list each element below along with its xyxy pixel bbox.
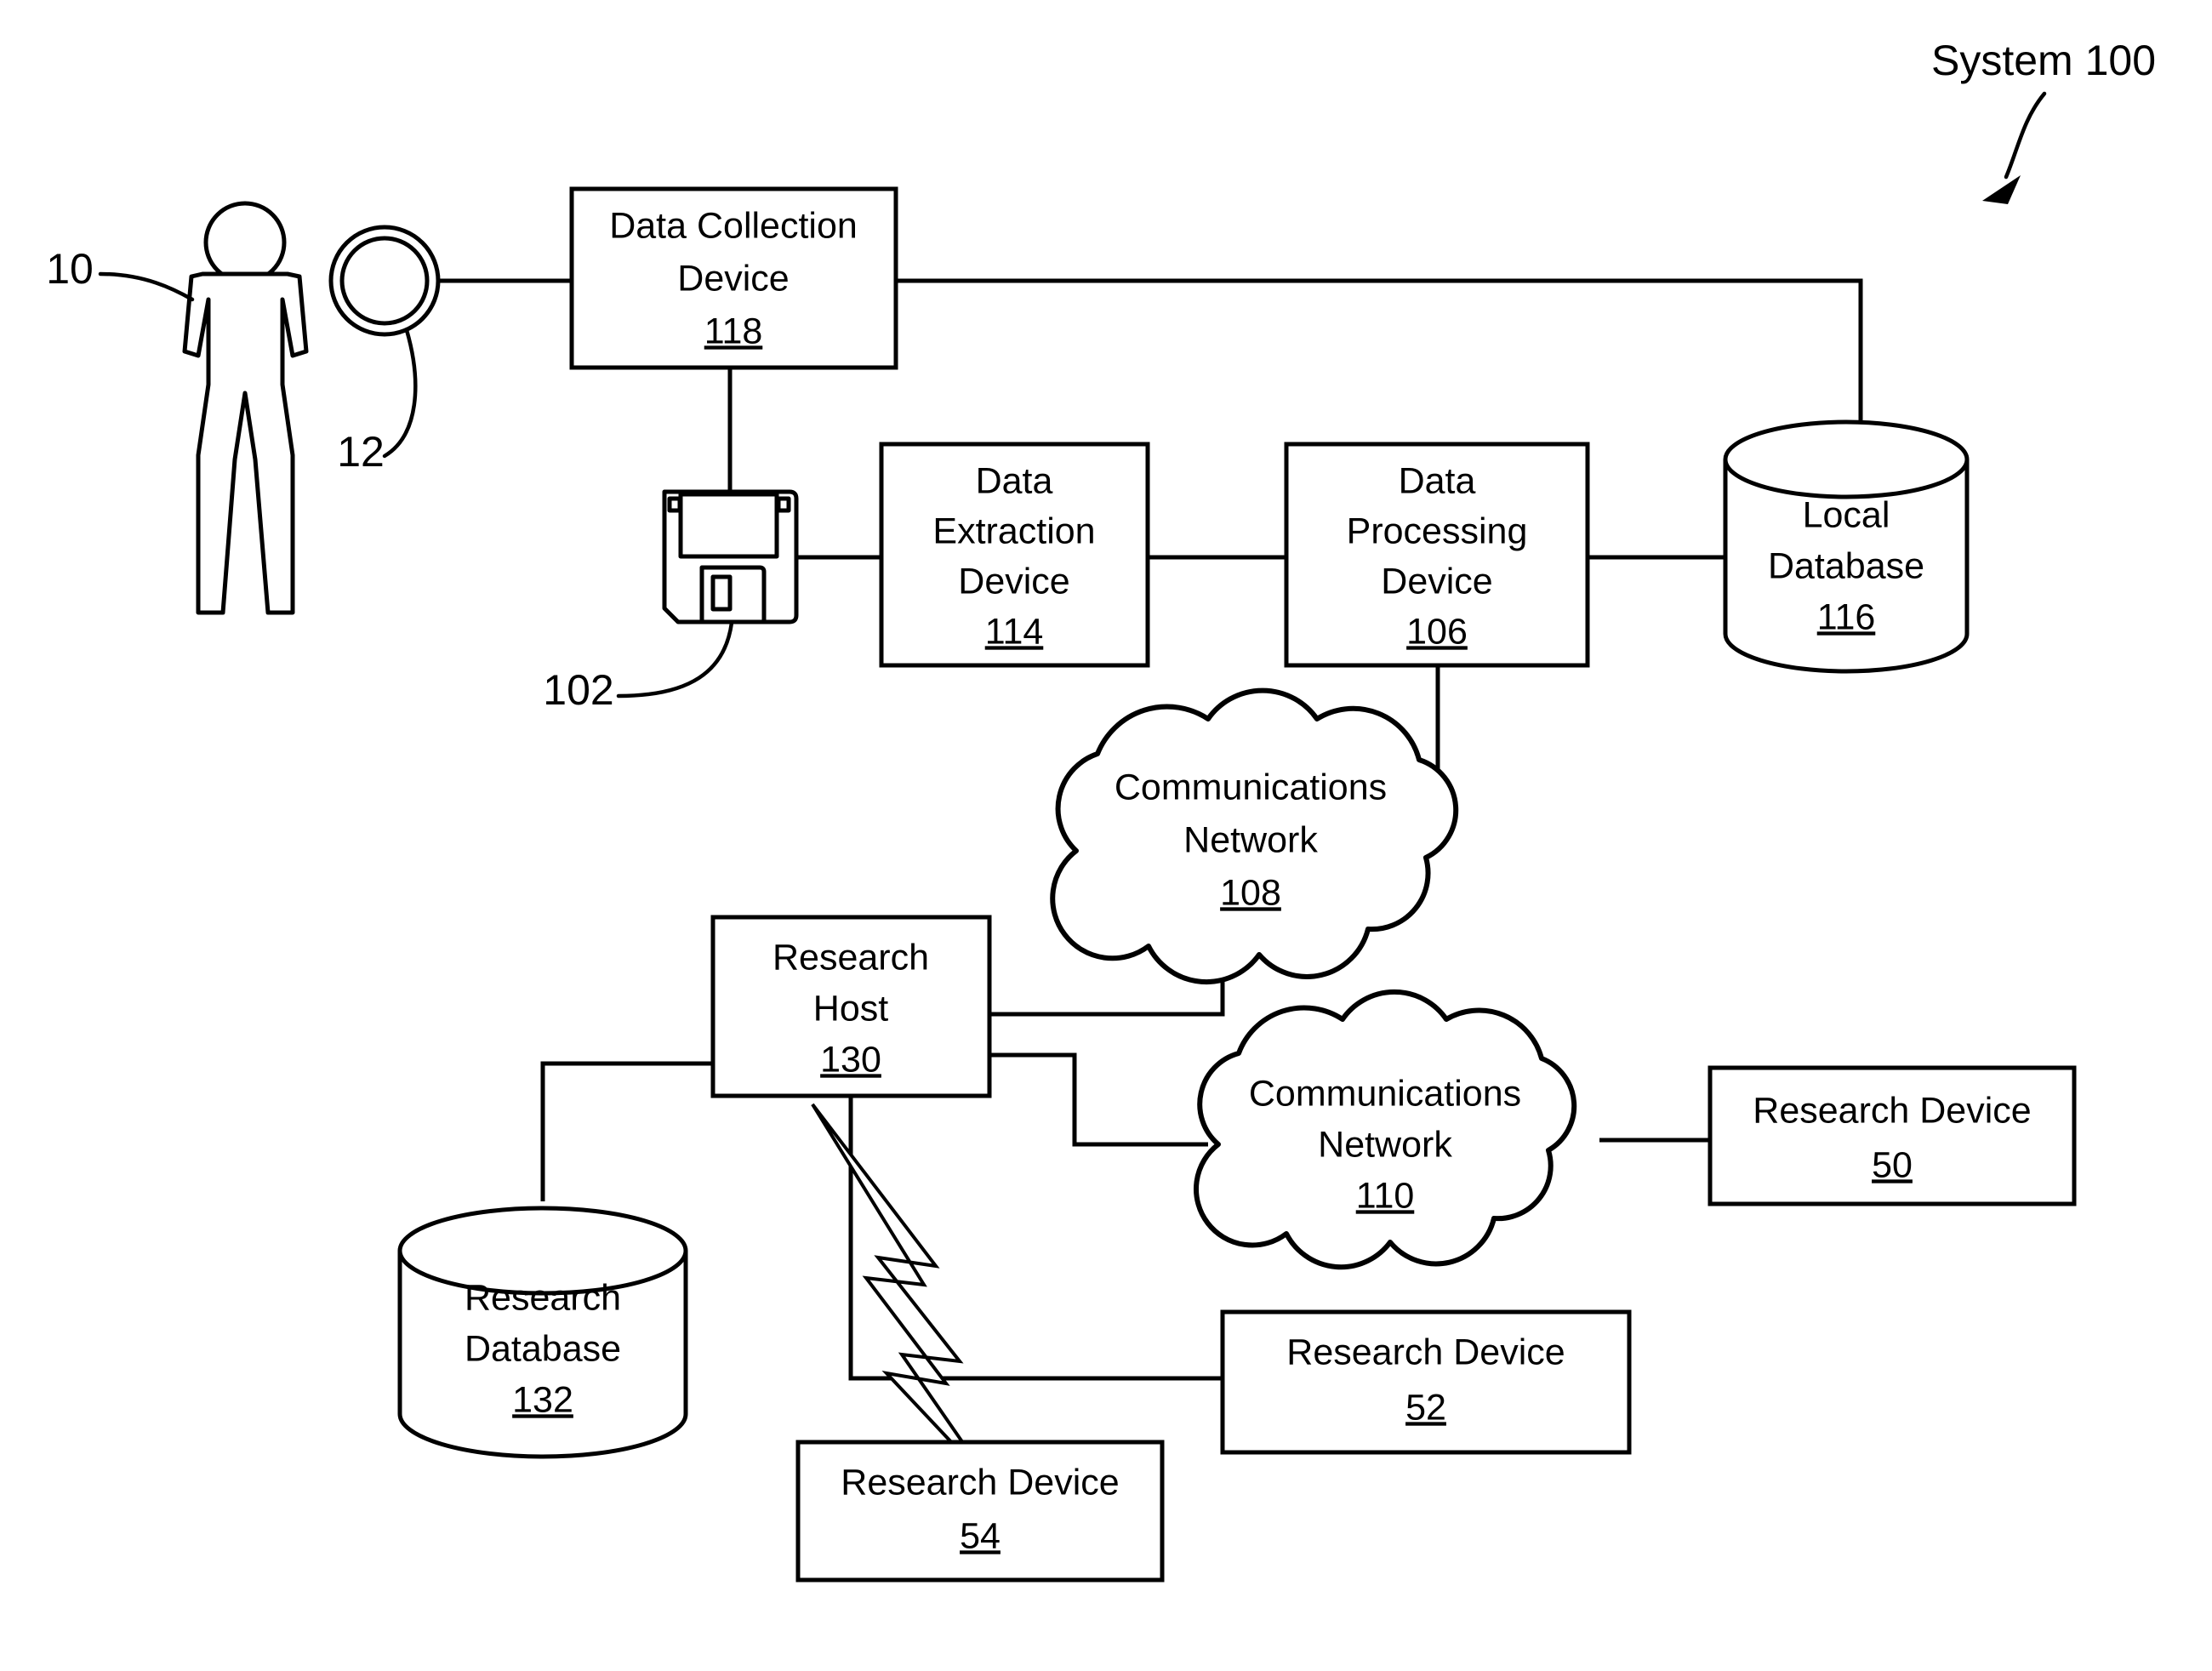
curved-arrow-head-icon: [1982, 175, 2021, 204]
storage-media-leader-line: [616, 620, 734, 699]
research-device-50-line1: Research Device: [1753, 1090, 2031, 1131]
research-database-ref: 132: [512, 1379, 573, 1420]
node-research-device-54[interactable]: Research Device 54: [795, 1440, 1165, 1583]
node-research-device-50[interactable]: Research Device 50: [1707, 1065, 2077, 1206]
research-device-54-line1: Research Device: [841, 1462, 1119, 1503]
data-collection-device-line1: Data Collection: [609, 205, 858, 246]
node-local-database[interactable]: Local Database 116: [1723, 419, 1970, 674]
communications-network-110-line2: Network: [1318, 1124, 1452, 1165]
data-processing-device-ref: 106: [1406, 611, 1468, 652]
research-database-line2: Database: [465, 1328, 621, 1369]
floppy-disk-label-area-icon: [678, 492, 779, 559]
figure-canvas: 10 12 Data Collection Device 118 102 Dat…: [46, 37, 2156, 1583]
sensor-leader-line: [382, 328, 418, 459]
system-title-group: System 100: [1931, 37, 2156, 204]
research-device-54-ref: 54: [960, 1515, 1001, 1556]
node-data-extraction-device[interactable]: Data Extraction Device 114: [879, 442, 1150, 668]
person-head-icon: [203, 201, 287, 284]
local-database-ref: 116: [1817, 596, 1876, 637]
communications-network-108-line2: Network: [1183, 819, 1318, 860]
research-device-50-ref: 50: [1872, 1144, 1913, 1185]
system-title-label: System 100: [1931, 37, 2156, 84]
edge-host-to-network-110: [989, 1052, 1208, 1147]
research-device-52-line1: Research Device: [1286, 1332, 1565, 1372]
floppy-disk-notch-right-icon: [776, 496, 791, 513]
node-data-collection-device[interactable]: Data Collection Device 118: [569, 186, 898, 370]
floppy-disk-notch-left-icon: [667, 496, 682, 513]
storage-media-group[interactable]: 102: [543, 489, 799, 714]
data-collection-device-line2: Device: [677, 258, 789, 299]
edge-host-to-research-db: [540, 1061, 713, 1201]
data-processing-device-line3: Device: [1381, 561, 1492, 602]
ring-sensor-outer-icon: [328, 225, 441, 337]
system-diagram: 10 12 Data Collection Device 118 102 Dat…: [0, 0, 2212, 1671]
data-collection-device-ref: 118: [704, 311, 763, 351]
communications-network-108-line1: Communications: [1115, 767, 1387, 807]
subject-callout-label: 10: [46, 245, 94, 293]
floppy-disk-shutter-slot-icon: [710, 574, 733, 612]
research-host-ref: 130: [820, 1039, 881, 1080]
sensor-callout-label: 12: [337, 428, 385, 476]
communications-network-108-ref: 108: [1220, 872, 1281, 913]
subject-leader-line: [98, 271, 195, 302]
local-database-line1: Local: [1803, 494, 1890, 535]
sensor-group: 12: [328, 225, 441, 476]
lightning-bolt-icon: [811, 1103, 995, 1489]
node-data-processing-device[interactable]: Data Processing Device 106: [1284, 442, 1590, 668]
storage-media-callout-label: 102: [543, 666, 613, 714]
local-database-top-icon: [1723, 419, 1970, 499]
subject-group: 10: [46, 201, 309, 615]
person-body-icon: [182, 271, 309, 615]
research-host-line1: Research: [772, 937, 929, 978]
local-database-line2: Database: [1768, 545, 1924, 586]
node-communications-network-108[interactable]: Communications Network 108: [1050, 687, 1459, 985]
communications-network-110-line1: Communications: [1249, 1073, 1521, 1114]
research-database-line1: Research: [465, 1277, 621, 1318]
research-device-52-ref: 52: [1405, 1387, 1446, 1428]
data-extraction-device-line1: Data: [976, 460, 1053, 501]
node-research-device-52[interactable]: Research Device 52: [1220, 1309, 1632, 1455]
data-processing-device-line1: Data: [1399, 460, 1476, 501]
node-communications-network-110[interactable]: Communications Network 110: [1194, 989, 1577, 1270]
node-research-database[interactable]: Research Database 132: [397, 1206, 688, 1459]
data-processing-device-line2: Processing: [1347, 510, 1528, 551]
research-host-line2: Host: [813, 988, 888, 1029]
communications-network-110-ref: 110: [1356, 1175, 1415, 1216]
data-extraction-device-line3: Device: [958, 561, 1069, 602]
data-extraction-device-ref: 114: [985, 611, 1044, 652]
node-research-host[interactable]: Research Host 130: [710, 915, 992, 1098]
data-extraction-device-line2: Extraction: [932, 510, 1095, 551]
curved-arrow-icon: [2004, 91, 2047, 180]
